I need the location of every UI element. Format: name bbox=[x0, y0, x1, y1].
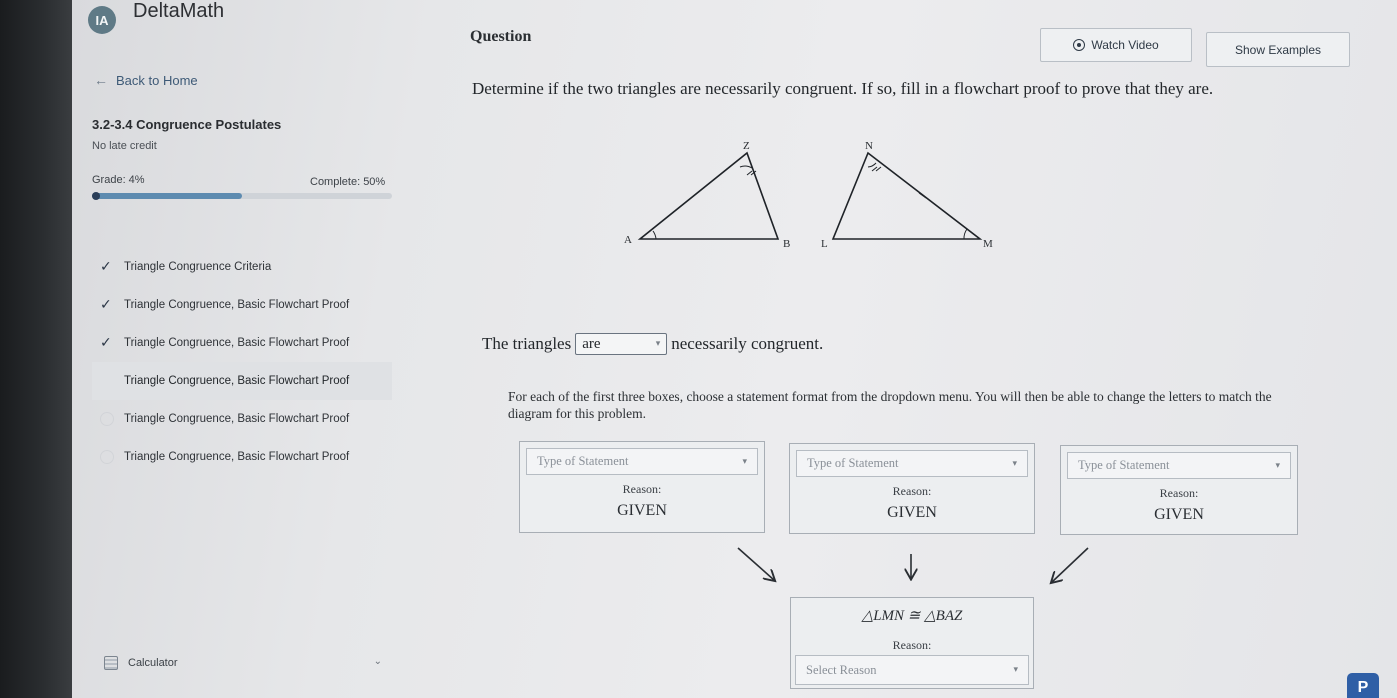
sidebar-item-label: Triangle Congruence, Basic Flowchart Pro… bbox=[124, 451, 350, 463]
late-credit-note: No late credit bbox=[92, 140, 157, 152]
sidebar-item-label: Triangle Congruence, Basic Flowchart Pro… bbox=[124, 413, 350, 425]
statement-type-select-1[interactable]: Type of Statement ▾ bbox=[526, 448, 758, 475]
complete-label: Complete: 50% bbox=[310, 176, 386, 188]
arrow-down-left-icon bbox=[1052, 547, 1089, 582]
arrow-down-right-icon bbox=[737, 547, 774, 580]
question-heading: Question bbox=[470, 28, 532, 45]
select-reason-placeholder: Select Reason bbox=[806, 662, 877, 677]
arrow-left-icon: ← bbox=[94, 72, 108, 88]
sidebar-item-3-active[interactable]: Triangle Congruence, Basic Flowchart Pro… bbox=[92, 362, 392, 400]
sidebar-item-0[interactable]: ✓ Triangle Congruence Criteria bbox=[92, 248, 392, 286]
calculator-icon bbox=[104, 656, 118, 670]
p-app-icon[interactable]: P bbox=[1347, 673, 1379, 698]
triangle-diagram: A B Z L M N bbox=[624, 140, 993, 250]
progress-bar-fill bbox=[92, 193, 242, 199]
calculator-label: Calculator bbox=[128, 657, 178, 669]
flowchart-conclusion-box: △LMN ≅ △BAZ Reason: Select Reason ▾ bbox=[790, 597, 1034, 689]
flowchart-arrows bbox=[737, 547, 1089, 596]
statement-type-select-2[interactable]: Type of Statement ▾ bbox=[796, 450, 1028, 477]
progress-dot bbox=[92, 192, 100, 200]
sidebar-item-label: Triangle Congruence, Basic Flowchart Pro… bbox=[124, 375, 350, 387]
statement-type-placeholder: Type of Statement bbox=[537, 454, 629, 468]
reason-label: Reason: bbox=[1159, 486, 1199, 500]
chevron-down-icon: ▾ bbox=[655, 339, 661, 349]
angle-mark-m bbox=[963, 228, 968, 240]
select-reason-dropdown[interactable]: Select Reason ▾ bbox=[795, 655, 1029, 685]
reason-label: Reason: bbox=[892, 638, 932, 652]
flowchart-box-3: Type of Statement ▾ Reason: GIVEN bbox=[1060, 445, 1298, 535]
congruence-suffix: necessarily congruent. bbox=[671, 334, 824, 353]
reason-label: Reason: bbox=[892, 484, 932, 498]
watch-video-label: Watch Video bbox=[1091, 38, 1159, 52]
congruence-select[interactable]: are ▾ bbox=[575, 333, 668, 355]
calculator-toggle[interactable]: Calculator ⌄ bbox=[104, 656, 382, 670]
triangle-abz bbox=[637, 151, 780, 240]
angle-mark-n bbox=[867, 162, 877, 168]
vertex-label-b: B bbox=[783, 238, 790, 250]
chevron-down-icon: ▾ bbox=[1275, 460, 1280, 471]
check-icon: ✓ bbox=[100, 296, 112, 312]
congruence-sentence: The triangles are ▾ necessarily congruen… bbox=[482, 333, 823, 355]
deltamath-logo-icon[interactable]: ΙΑ bbox=[88, 6, 116, 34]
assignment-list: ✓ Triangle Congruence Criteria ✓ Triangl… bbox=[92, 248, 392, 476]
empty-circle-icon bbox=[100, 412, 114, 426]
check-icon: ✓ bbox=[100, 258, 112, 274]
chevron-down-icon: ▾ bbox=[742, 456, 747, 467]
check-icon: ✓ bbox=[100, 334, 112, 350]
vertex-label-z: Z bbox=[743, 140, 750, 152]
deltamath-page: ΙΑ DeltaMath ← Back to Home 3.2-3.4 Cong… bbox=[72, 0, 1397, 698]
congruence-prefix: The triangles bbox=[482, 334, 572, 353]
show-examples-button[interactable]: Show Examples bbox=[1206, 32, 1350, 67]
play-circle-icon bbox=[1073, 39, 1086, 51]
sidebar-item-4[interactable]: Triangle Congruence, Basic Flowchart Pro… bbox=[92, 400, 392, 438]
progress-bar bbox=[92, 193, 392, 199]
chevron-down-icon: ▾ bbox=[1013, 665, 1018, 675]
sidebar-item-label: Triangle Congruence, Basic Flowchart Pro… bbox=[124, 299, 350, 311]
triangle-lmn bbox=[831, 151, 983, 240]
reason-label: Reason: bbox=[622, 482, 662, 496]
angle-mark-a bbox=[652, 230, 657, 240]
back-to-home-label: Back to Home bbox=[116, 72, 198, 88]
grade-label: Grade: 4% bbox=[92, 174, 145, 186]
tick-mark bbox=[918, 192, 927, 199]
vertex-label-l: L bbox=[821, 238, 828, 250]
empty-circle-icon bbox=[100, 450, 114, 464]
conclusion-statement: △LMN ≅ △BAZ bbox=[861, 608, 963, 624]
sidebar-item-1[interactable]: ✓ Triangle Congruence, Basic Flowchart P… bbox=[92, 286, 392, 324]
statement-type-select-3[interactable]: Type of Statement ▾ bbox=[1067, 452, 1291, 479]
vertex-label-n: N bbox=[865, 140, 873, 152]
reason-value: GIVEN bbox=[887, 504, 937, 521]
chevron-down-icon: ▾ bbox=[1012, 458, 1017, 469]
sidebar-item-2[interactable]: ✓ Triangle Congruence, Basic Flowchart P… bbox=[92, 324, 392, 362]
instructions-text: For each of the first three boxes, choos… bbox=[508, 389, 1272, 421]
vertex-label-m: M bbox=[983, 238, 993, 250]
reason-value: GIVEN bbox=[1154, 506, 1204, 523]
flowchart-box-2: Type of Statement ▾ Reason: GIVEN bbox=[789, 443, 1035, 534]
sidebar-item-5[interactable]: Triangle Congruence, Basic Flowchart Pro… bbox=[92, 438, 392, 476]
sidebar-item-label: Triangle Congruence, Basic Flowchart Pro… bbox=[124, 337, 350, 349]
sidebar-item-label: Triangle Congruence Criteria bbox=[124, 261, 272, 273]
watch-video-button[interactable]: Watch Video bbox=[1040, 28, 1192, 62]
angle-mark-z bbox=[739, 165, 753, 169]
screen-bezel bbox=[0, 0, 72, 698]
brand-name[interactable]: DeltaMath bbox=[133, 0, 224, 23]
reason-value: GIVEN bbox=[617, 502, 667, 519]
question-prompt: Determine if the two triangles are neces… bbox=[472, 79, 1214, 98]
congruence-select-value: are bbox=[582, 335, 601, 352]
statement-type-placeholder: Type of Statement bbox=[807, 456, 899, 470]
flowchart-box-1: Type of Statement ▾ Reason: GIVEN bbox=[519, 441, 765, 533]
show-examples-label: Show Examples bbox=[1234, 42, 1322, 57]
unit-title: 3.2-3.4 Congruence Postulates bbox=[92, 117, 282, 132]
statement-type-placeholder: Type of Statement bbox=[1078, 458, 1170, 472]
back-to-home-link[interactable]: ← Back to Home bbox=[94, 72, 198, 88]
chevron-down-icon: ⌄ bbox=[373, 656, 382, 667]
vertex-label-a: A bbox=[624, 234, 632, 246]
